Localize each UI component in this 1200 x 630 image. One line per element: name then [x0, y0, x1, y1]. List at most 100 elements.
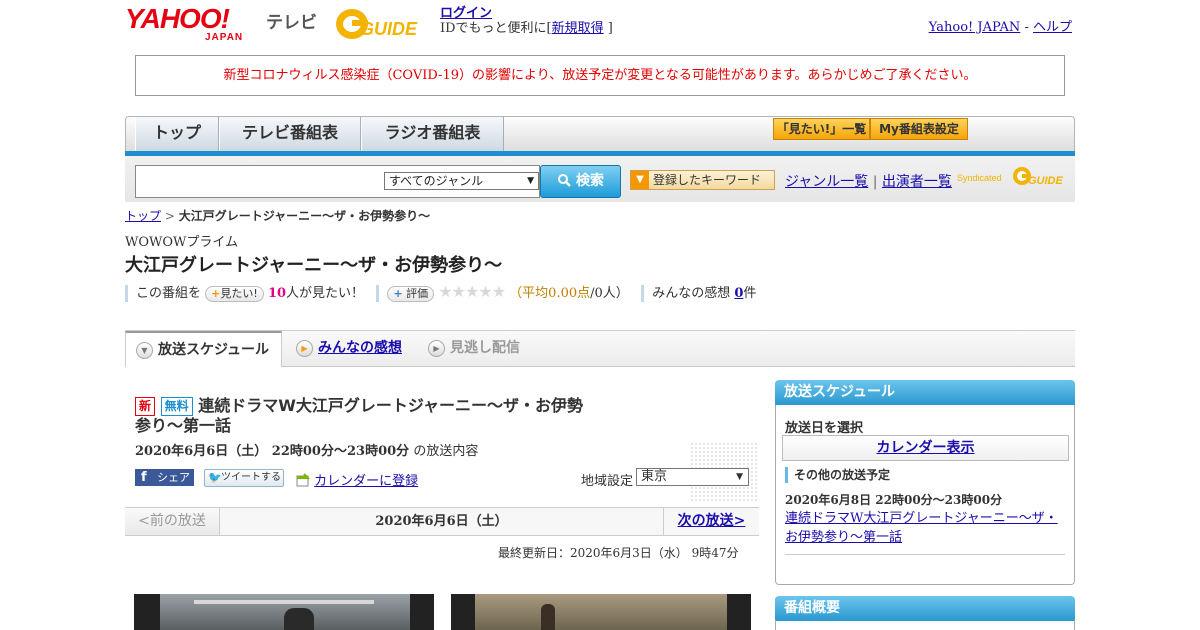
syndicated-text: Syndicated	[957, 173, 1002, 183]
nav-dash: -	[1024, 20, 1029, 35]
mitai-button-label: 見たい!	[220, 286, 258, 300]
divider	[376, 285, 380, 302]
yahoo-japan-link[interactable]: Yahoo! JAPAN	[929, 20, 1021, 35]
avg-rating: （平均0.00点	[509, 286, 590, 301]
facebook-share-label: シェア	[157, 471, 190, 484]
breadcrumb-top[interactable]: トップ	[125, 209, 161, 223]
mitai-button[interactable]: +見たい!	[205, 285, 264, 302]
air-info: 2020年6月6日（土） 22時00分～23時00分 の放送内容	[135, 440, 478, 459]
keyword-button[interactable]: ▼ 登録したキーワード	[630, 170, 775, 190]
links-pipe: |	[872, 174, 878, 190]
calendar-register-link[interactable]: カレンダーに登録	[314, 474, 418, 489]
signup-link[interactable]: 新規取得	[552, 21, 604, 36]
syndicated-logo-text: GUIDE	[1028, 175, 1064, 187]
chevron-right-icon: ▶	[296, 340, 313, 357]
covid-notice: 新型コロナウィルス感染症（COVID-19）の影響により、放送予定が変更となる可…	[135, 55, 1065, 96]
tab-schedule-label: 放送スケジュール	[158, 342, 270, 358]
channel-name: WOWOWプライム	[125, 235, 239, 250]
program-meta: この番組を +見たい! 10人が見たい！ + 評価 ★★★★★ （平均0.00点…	[125, 282, 825, 302]
calendar-icon	[296, 473, 310, 487]
logo-sub: JAPAN	[205, 32, 244, 43]
login-close: ]	[607, 21, 613, 36]
other-broadcast-date: 2020年6月8日 22時00分～23時00分	[785, 493, 1003, 507]
help-link[interactable]: ヘルプ	[1033, 20, 1072, 35]
impressions-unit: 件	[743, 286, 757, 301]
facebook-share-button[interactable]: f シェア	[135, 469, 194, 486]
dropdown-arrow-icon: ▼	[631, 171, 649, 189]
plus-icon: +	[211, 286, 221, 300]
other-broadcast-link[interactable]: 連続ドラマW大江戸グレートジャーニー～ザ・お伊勢参り～第一話	[785, 509, 1065, 547]
genre-select[interactable]: すべてのジャンル ▼	[384, 172, 539, 190]
tab-tv-schedule[interactable]: テレビ番組表	[219, 117, 361, 151]
impressions-label: みんなの感想	[652, 286, 731, 301]
tab-reviews-label: みんなの感想	[318, 340, 402, 356]
free-badge: 無料	[160, 397, 193, 416]
login-area: ログイン IDでもっと便利に[新規取得 ]	[440, 6, 613, 36]
facebook-icon: f	[141, 470, 147, 485]
logo-text: YAHOO!	[125, 3, 230, 34]
episode-title-block: 新 無料 連続ドラマW大江戸グレートジャーニー～ザ・お伊勢参り～第一話	[135, 396, 595, 436]
genre-select-value: すべてのジャンル	[389, 174, 484, 188]
other-broadcast-title[interactable]: 連続ドラマW大江戸グレートジャーニー～ザ・お伊勢参り～第一話	[785, 511, 1058, 545]
tab-schedule[interactable]: ▼ 放送スケジュール	[125, 331, 282, 367]
chevron-down-icon: ▼	[527, 176, 534, 186]
tweet-label: ツイートする	[221, 472, 281, 483]
avg-count: /0人）	[590, 286, 629, 301]
current-broadcast-date: 2020年6月6日（土）	[375, 514, 508, 529]
other-broadcasts-heading: その他の放送予定	[785, 467, 890, 483]
login-desc: IDでもっと便利に[	[440, 21, 552, 36]
sidebar-schedule-header: 放送スケジュール	[775, 380, 1075, 405]
breadcrumb: トップ > 大江戸グレートジャーニー～ザ・お伊勢参り～	[125, 207, 430, 224]
login-link[interactable]: ログイン	[440, 6, 492, 21]
kono-bangumi-label: この番組を	[136, 286, 202, 301]
sidebar-summary-box	[775, 620, 1075, 630]
cast-list-link[interactable]: 出演者一覧	[882, 174, 952, 190]
want-list-button[interactable]: 「見たい!」一覧	[773, 118, 870, 140]
gguide-logo-text: GUIDE	[360, 19, 418, 39]
rate-button[interactable]: + 評価	[387, 285, 435, 302]
calendar-view-label[interactable]: カレンダー表示	[877, 440, 975, 456]
my-settings-button[interactable]: My番組表設定	[870, 118, 968, 140]
next-broadcast-button[interactable]: 次の放送>	[663, 508, 759, 535]
air-suffix: の放送内容	[413, 444, 479, 459]
page-title: 大江戸グレートジャーニー～ザ・お伊勢参り～	[125, 255, 503, 276]
tab-top[interactable]: トップ	[135, 117, 219, 151]
genre-list-link[interactable]: ジャンル一覧	[785, 174, 868, 190]
syndicated-gguide-logo: Syndicated GUIDE	[957, 164, 1067, 190]
divider	[785, 554, 1065, 555]
watchers-count: 10	[267, 286, 287, 301]
chevron-down-icon: ▼	[736, 472, 743, 482]
tab-reviews[interactable]: ▶ みんなの感想	[286, 331, 414, 367]
sidebar-summary-header: 番組概要	[775, 596, 1075, 621]
gguide-logo[interactable]: GUIDE	[334, 6, 434, 42]
new-badge: 新	[135, 397, 156, 416]
calendar-register[interactable]: カレンダーに登録	[296, 470, 418, 489]
prev-broadcast-button[interactable]: <前の放送	[125, 508, 220, 535]
region-select[interactable]: 東京 ▼	[636, 468, 749, 486]
next-broadcast-label[interactable]: 次の放送>	[678, 513, 746, 529]
rating-stars-icon: ★★★★★	[438, 282, 506, 301]
episode-image-1	[134, 594, 434, 630]
last-updated: 最終更新日：2020年6月3日（水） 9時47分	[498, 546, 739, 560]
air-datetime: 2020年6月6日（土） 22時00分～23時00分	[135, 444, 410, 459]
watchers-suffix: 人が見たい！	[286, 286, 365, 301]
search-button[interactable]: 検索	[540, 165, 621, 198]
divider	[641, 285, 645, 302]
tv-label: テレビ	[266, 13, 317, 33]
tweet-button[interactable]: 🐦 ツイートする	[204, 469, 284, 487]
calendar-view-button[interactable]: カレンダー表示	[782, 435, 1069, 461]
rate-button-label: 評価	[406, 286, 429, 300]
chevron-down-icon: ▼	[136, 342, 153, 359]
yahoo-japan-logo[interactable]: YAHOO! JAPAN	[125, 3, 265, 44]
search-links: ジャンル一覧 | 出演者一覧	[785, 171, 952, 191]
chevron-right-icon: ▶	[428, 340, 445, 357]
search-button-label: 検索	[575, 173, 604, 189]
keyword-button-label: 登録したキーワード	[653, 173, 762, 187]
tab-vod[interactable]: ▶ 見逃し配信	[418, 331, 538, 367]
tab-radio-schedule[interactable]: ラジオ番組表	[361, 117, 504, 151]
divider	[125, 285, 128, 302]
region-label: 地域設定	[581, 474, 634, 489]
top-nav: Yahoo! JAPAN - ヘルプ	[929, 16, 1072, 35]
episode-image-2	[451, 594, 751, 630]
region-select-value: 東京	[641, 469, 668, 484]
